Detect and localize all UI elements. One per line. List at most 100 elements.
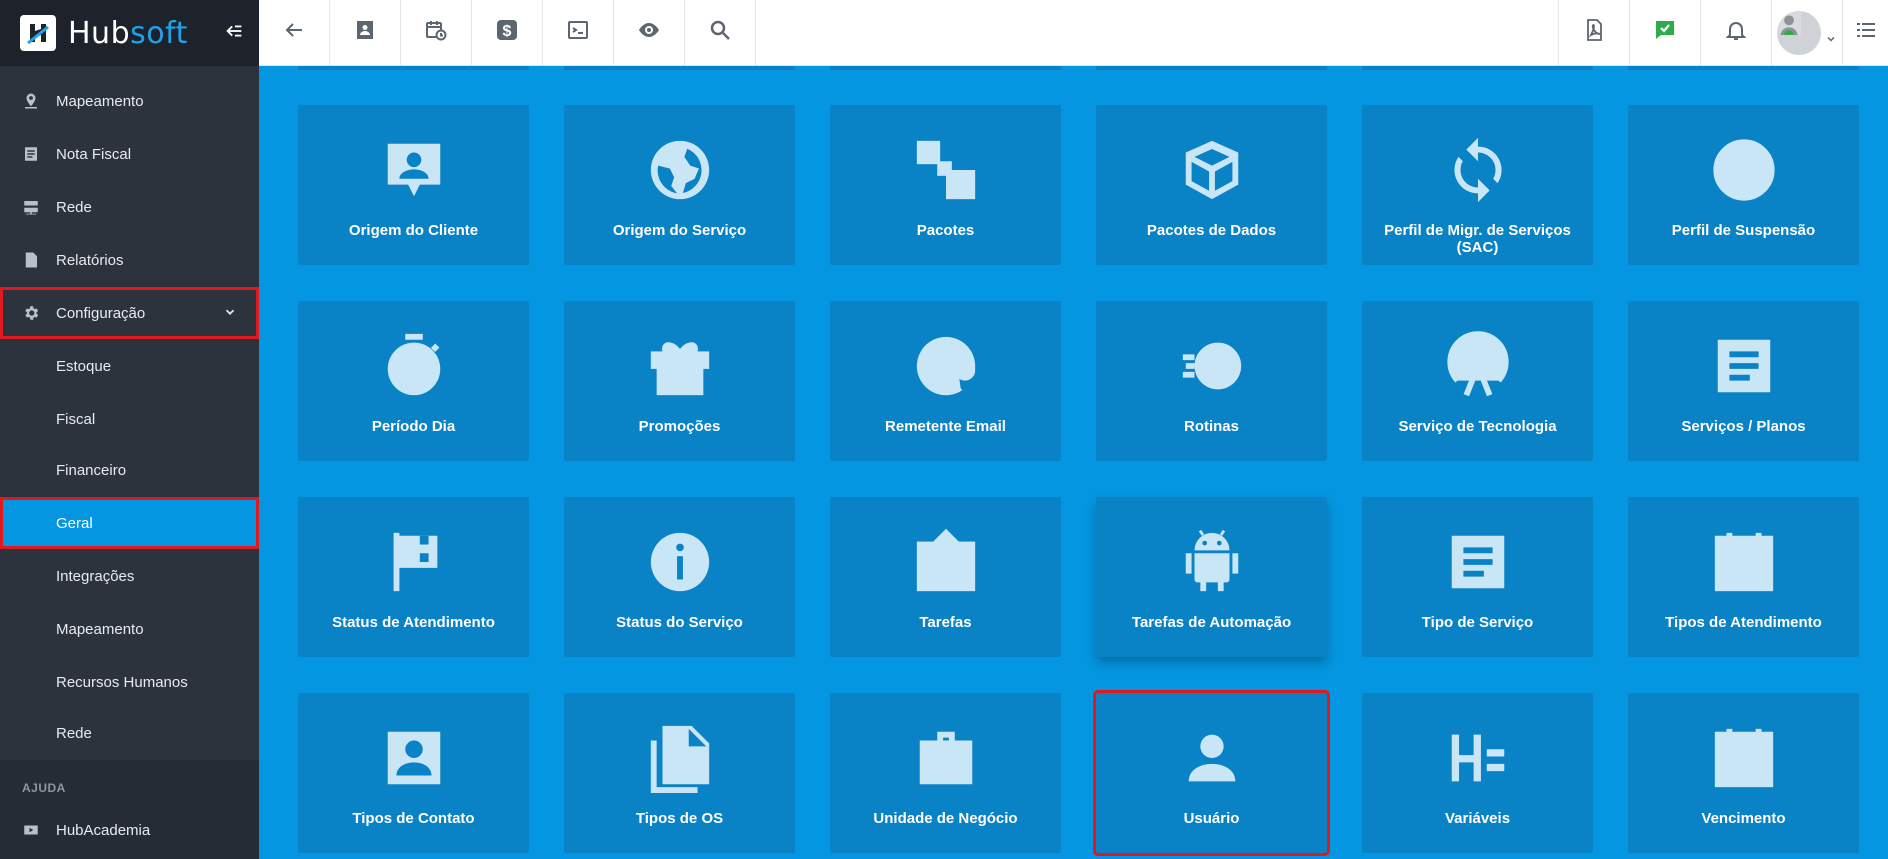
back-button[interactable] (259, 0, 330, 65)
tile-label: Tipos de Contato (352, 810, 475, 827)
tile-rotinas[interactable]: Rotinas (1096, 301, 1327, 461)
info-icon (645, 527, 715, 597)
schedule-button[interactable] (401, 0, 472, 65)
sidebar-subitem-rede[interactable]: Rede (0, 707, 259, 759)
list-doc-icon (1443, 527, 1513, 597)
sidebar-subitem-geral[interactable]: Geral (0, 497, 259, 549)
at-sign-icon (911, 331, 981, 401)
tile-label: Vencimento (1701, 810, 1786, 827)
tile-unidade-de-negocio[interactable]: Unidade de Negócio (830, 693, 1061, 853)
sidebar-item-rede[interactable]: Rede (0, 181, 259, 233)
tile-origem-do-servico[interactable]: Origem do Serviço (564, 105, 795, 265)
chevron-down-icon (1825, 27, 1837, 42)
tile-label: Status de Atendimento (332, 614, 495, 631)
tile-tarefas-de-automacao[interactable]: Tarefas de Automação (1096, 497, 1327, 657)
collapse-sidebar-icon[interactable] (223, 20, 245, 42)
tile-periodo-dia[interactable]: Período Dia (298, 301, 529, 461)
tile-status-do-servico[interactable]: Status do Serviço (564, 497, 795, 657)
calendar-clock-icon (424, 18, 448, 47)
youtube-icon (22, 821, 40, 839)
tile-tipos-de-os[interactable]: Tipos de OS (564, 693, 795, 853)
pdf-button[interactable] (1558, 0, 1629, 65)
receipt-icon (22, 145, 40, 163)
sidebar-item-nota-fiscal[interactable]: Nota Fiscal (0, 128, 259, 180)
finance-button[interactable]: $ (472, 0, 543, 65)
tile-label: Remetente Email (885, 418, 1006, 435)
tile-pacotes-de-dados[interactable]: Pacotes de Dados (1096, 105, 1327, 265)
bell-icon (1724, 18, 1748, 47)
tile-pacotes[interactable]: Pacotes (830, 105, 1061, 265)
calendar-event-icon (1709, 723, 1779, 793)
sidebar-item-relatorios[interactable]: Relatórios (0, 234, 259, 286)
sidebar-subitem-recursos-humanos[interactable]: Recursos Humanos (0, 656, 259, 708)
tile-perfil-de-suspensao[interactable]: Perfil de Suspensão (1628, 105, 1859, 265)
brand-name: Hubsoft (68, 15, 188, 51)
notifications-button[interactable] (1700, 0, 1771, 65)
tile-tipo-de-servico[interactable]: Tipo de Serviço (1362, 497, 1593, 657)
sidebar-item-label: Configuração (56, 304, 146, 322)
menu-button[interactable] (1842, 0, 1888, 65)
sidebar-subitem-fiscal[interactable]: Fiscal (0, 393, 259, 445)
gift-icon (645, 331, 715, 401)
stopwatch-icon (379, 331, 449, 401)
tile-label: Tipo de Serviço (1421, 614, 1534, 631)
sidebar-item-label: HubAcademia (56, 821, 151, 839)
tile-status-de-atendimento[interactable]: Status de Atendimento (298, 497, 529, 657)
back-arrow-icon (282, 18, 306, 47)
tile-vencimento[interactable]: Vencimento (1628, 693, 1859, 853)
tile-origem-do-cliente[interactable]: Origem do Cliente (298, 105, 529, 265)
sidebar-item-hubacademia[interactable]: HubAcademia (0, 804, 259, 856)
sidebar-subitem-financeiro[interactable]: Financeiro (0, 444, 259, 496)
tile-promocoes[interactable]: Promoções (564, 301, 795, 461)
tile-strip (1362, 66, 1593, 70)
search-icon (708, 18, 732, 47)
chat-button[interactable] (1629, 0, 1700, 65)
sidebar-item-label: Integrações (56, 567, 135, 585)
tile-tipos-de-atendimento[interactable]: Tipos de Atendimento (1628, 497, 1859, 657)
sidebar-item-mapeamento[interactable]: Mapeamento (0, 75, 259, 127)
contact-card-icon (353, 18, 377, 47)
dollar-icon: $ (495, 18, 519, 47)
tile-tipos-de-contato[interactable]: Tipos de Contato (298, 693, 529, 853)
sidebar-subitem-integracoes[interactable]: Integrações (0, 550, 259, 602)
contact-card-icon (379, 723, 449, 793)
tile-servicos-planos[interactable]: Serviços / Planos (1628, 301, 1859, 461)
contacts-button[interactable] (330, 0, 401, 65)
globe-icon (645, 135, 715, 205)
variable-icon (1443, 723, 1513, 793)
tile-label: Origem do Cliente (348, 222, 479, 239)
tile-label: Serviço de Tecnologia (1398, 418, 1557, 435)
tile-perfil-migr-servicos[interactable]: Perfil de Migr. de Serviços (SAC) (1362, 105, 1593, 265)
tile-label: Tarefas (919, 614, 972, 631)
tile-label: Unidade de Negócio (873, 810, 1018, 827)
sidebar-item-label: Fiscal (56, 410, 96, 428)
map-pin-icon (22, 92, 40, 110)
tile-label: Perfil de Migr. de Serviços (SAC) (1384, 222, 1571, 256)
tile-label: Usuário (1183, 810, 1240, 827)
tile-servico-de-tecnologia[interactable]: Serviço de Tecnologia (1362, 301, 1593, 461)
list-menu-icon (1854, 18, 1878, 47)
sidebar-subitem-estoque[interactable]: Estoque (0, 340, 259, 392)
tile-tarefas[interactable]: Tarefas (830, 497, 1061, 657)
chevron-down-icon (223, 305, 237, 319)
user-menu[interactable] (1771, 0, 1842, 65)
chat-check-icon (1653, 18, 1677, 47)
squares-icon (911, 135, 981, 205)
view-button[interactable] (614, 0, 685, 65)
terminal-button[interactable] (543, 0, 614, 65)
briefcase-icon (911, 723, 981, 793)
list-doc-icon (1709, 331, 1779, 401)
tile-variaveis[interactable]: Variáveis (1362, 693, 1593, 853)
tile-remetente-email[interactable]: Remetente Email (830, 301, 1061, 461)
tile-label: Perfil de Suspensão (1671, 222, 1816, 239)
gear-icon (22, 304, 40, 322)
tile-label: Tarefas de Automação (1131, 614, 1292, 631)
search-button[interactable] (685, 0, 756, 65)
sidebar-item-configuracao[interactable]: Configuração (0, 287, 259, 339)
sidebar-item-label: Nota Fiscal (56, 145, 132, 163)
android-icon (1177, 527, 1247, 597)
sidebar-item-label: Financeiro (56, 461, 127, 479)
sidebar-subitem-mapeamento[interactable]: Mapeamento (0, 603, 259, 655)
tile-usuario[interactable]: Usuário (1093, 690, 1330, 856)
config-grid: Origem do Cliente Origem do Serviço Paco… (259, 66, 1888, 859)
